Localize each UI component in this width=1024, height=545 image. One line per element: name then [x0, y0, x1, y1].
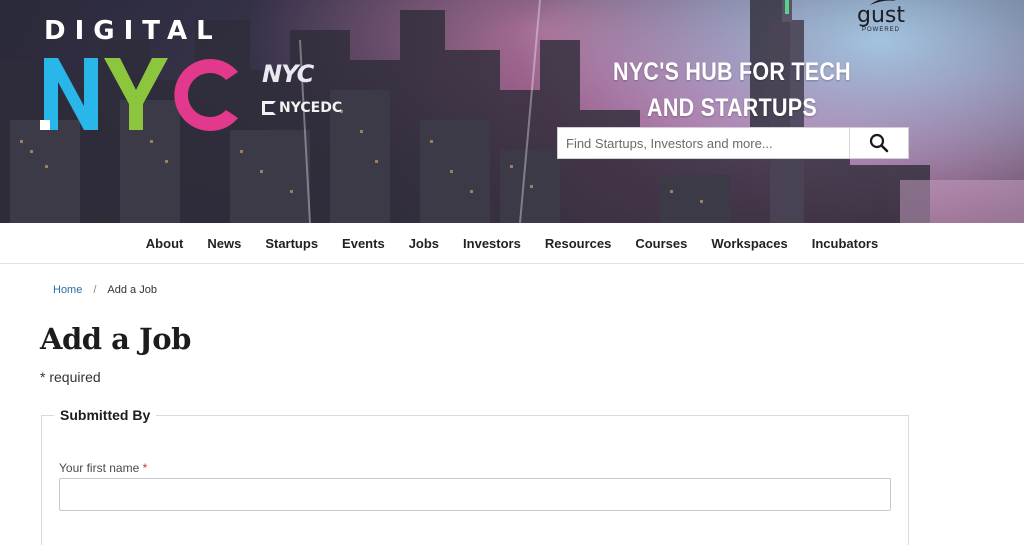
- nav-courses[interactable]: Courses: [623, 236, 699, 251]
- gust-word: gust: [857, 3, 905, 28]
- search-button[interactable]: [849, 127, 909, 159]
- gust-powered-logo[interactable]: gust POWERED: [852, 0, 910, 33]
- page-title: Add a Job: [40, 322, 191, 356]
- nav-incubators[interactable]: Incubators: [800, 236, 890, 251]
- nyc-gov-logo[interactable]: NYC: [262, 60, 314, 88]
- nav-events[interactable]: Events: [330, 236, 397, 251]
- search-bar: [557, 127, 909, 159]
- required-marker: *: [142, 461, 148, 475]
- nycedc-logo[interactable]: NYCEDC: [262, 100, 342, 116]
- nav-resources[interactable]: Resources: [533, 236, 623, 251]
- nav-jobs[interactable]: Jobs: [397, 236, 451, 251]
- logo-nyc-mark: [40, 58, 238, 132]
- nycedc-text: NYCEDC: [279, 100, 343, 116]
- hero-tagline: NYC'S HUB FOR TECH AND STARTUPS: [613, 58, 851, 122]
- breadcrumb-separator: /: [93, 284, 97, 296]
- submitted-by-fieldset: Submitted By Your first name *: [41, 407, 909, 545]
- hero-banner: DIGITAL NYC NYCEDC gust POWERED NYC'S HU…: [0, 0, 1024, 223]
- search-icon: [869, 133, 889, 153]
- fieldset-legend: Submitted By: [54, 407, 157, 423]
- breadcrumb-home[interactable]: Home: [53, 284, 82, 296]
- nav-investors[interactable]: Investors: [451, 236, 533, 251]
- required-note: * required: [40, 369, 101, 385]
- nav-workspaces[interactable]: Workspaces: [699, 236, 799, 251]
- first-name-label: Your first name *: [59, 461, 147, 475]
- nav-news[interactable]: News: [195, 236, 253, 251]
- nav-startups[interactable]: Startups: [253, 236, 330, 251]
- nycedc-mark-icon: [262, 101, 276, 115]
- search-input[interactable]: [557, 127, 849, 159]
- breadcrumb: Home / Add a Job: [53, 284, 157, 296]
- logo-digital-text: DIGITAL: [44, 16, 222, 46]
- gust-swoosh-icon: [870, 0, 896, 5]
- breadcrumb-current: Add a Job: [107, 284, 157, 296]
- main-nav: About News Startups Events Jobs Investor…: [0, 223, 1024, 264]
- nav-about[interactable]: About: [134, 236, 196, 251]
- first-name-field[interactable]: [59, 478, 891, 511]
- first-name-label-text: Your first name: [59, 461, 140, 475]
